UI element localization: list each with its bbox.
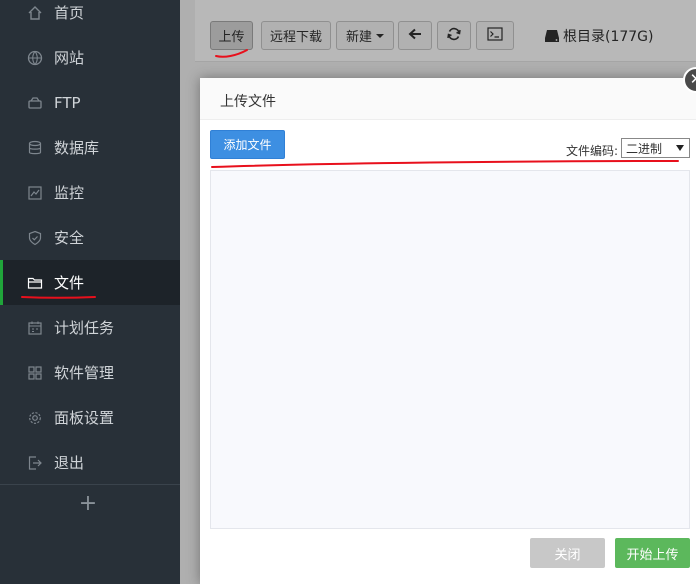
sidebar-item-label: 计划任务 — [54, 319, 115, 337]
encoding-select[interactable]: 二进制 — [621, 138, 690, 158]
database-icon — [27, 140, 43, 156]
dialog-header: 上传文件 — [200, 78, 696, 120]
sidebar-item-label: 退出 — [54, 454, 85, 472]
encoding-value: 二进制 — [626, 141, 663, 156]
sidebar-item-label: 面板设置 — [54, 409, 115, 427]
sidebar-item-label: 首页 — [54, 4, 85, 22]
add-shortcut-button[interactable]: + — [78, 492, 98, 516]
sidebar: 首页 网站 FTP 数据库 监控 安全 文件 计划任务 软件管理 面板设置 退出… — [0, 0, 180, 584]
sidebar-item-website[interactable]: 网站 — [0, 35, 180, 80]
monitor-icon — [27, 185, 43, 201]
sidebar-item-label: FTP — [54, 93, 81, 112]
sidebar-item-label: 软件管理 — [54, 364, 115, 382]
gear-icon — [27, 410, 43, 426]
sidebar-item-monitor[interactable]: 监控 — [0, 170, 180, 215]
sidebar-item-label: 文件 — [54, 274, 85, 292]
sidebar-item-cron[interactable]: 计划任务 — [0, 305, 180, 350]
sidebar-item-files[interactable]: 文件 — [0, 260, 180, 305]
calendar-icon — [27, 320, 43, 336]
file-drop-zone[interactable] — [210, 170, 690, 529]
select-arrow-icon — [676, 145, 684, 151]
close-dialog-button[interactable]: 关闭 — [530, 538, 605, 568]
sidebar-item-settings[interactable]: 面板设置 — [0, 395, 180, 440]
sidebar-item-label: 安全 — [54, 229, 85, 247]
sidebar-item-security[interactable]: 安全 — [0, 215, 180, 260]
add-file-button[interactable]: 添加文件 — [210, 130, 285, 159]
grid-icon — [27, 365, 43, 381]
upload-file-dialog: 上传文件 添加文件 文件编码: 二进制 关闭 开始上传 — [200, 78, 696, 584]
globe-icon — [27, 50, 43, 66]
shield-icon — [27, 230, 43, 246]
dialog-title: 上传文件 — [220, 94, 276, 110]
sidebar-item-software[interactable]: 软件管理 — [0, 350, 180, 395]
sidebar-item-label: 数据库 — [54, 139, 100, 157]
sidebar-item-database[interactable]: 数据库 — [0, 125, 180, 170]
start-upload-button[interactable]: 开始上传 — [615, 538, 690, 568]
sidebar-item-label: 监控 — [54, 184, 85, 202]
encoding-label: 文件编码: — [566, 144, 619, 158]
ftp-icon — [27, 95, 43, 111]
sidebar-item-home[interactable]: 首页 — [0, 0, 180, 35]
logout-icon — [27, 455, 43, 471]
folder-icon — [27, 275, 43, 291]
sidebar-item-label: 网站 — [54, 49, 85, 67]
sidebar-item-ftp[interactable]: FTP — [0, 80, 180, 125]
home-icon — [27, 5, 43, 21]
sidebar-divider — [0, 484, 180, 485]
sidebar-item-logout[interactable]: 退出 — [0, 440, 180, 485]
